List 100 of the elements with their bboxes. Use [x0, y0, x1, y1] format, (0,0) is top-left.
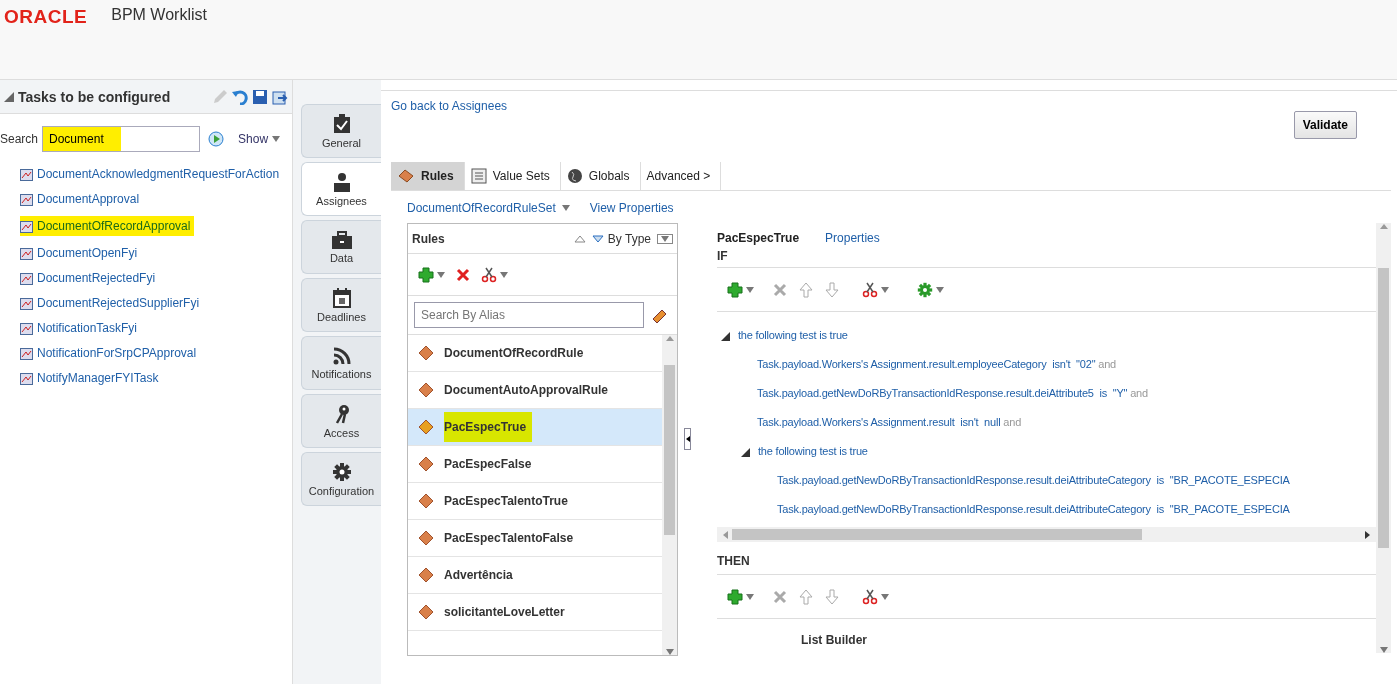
caret-icon [665, 649, 674, 655]
validate-button[interactable]: Validate [1293, 111, 1357, 139]
rule-icon [418, 456, 434, 472]
sort-by-type[interactable]: By Type [591, 231, 651, 246]
condition-text[interactable]: Task.payload.Workers's Assignment.result isn't null and [757, 416, 1022, 428]
tab[interactable]: Advanced > [640, 161, 722, 190]
list-icon [470, 167, 487, 184]
rule-icon [418, 382, 434, 398]
rules-title: Rules [412, 231, 446, 246]
pencil-icon [212, 88, 228, 105]
sort-ascending-button[interactable] [573, 234, 586, 243]
caret-icon [881, 593, 889, 600]
add-icon [418, 266, 434, 283]
rule-row[interactable]: PacEspecTrue [408, 409, 662, 446]
task-link[interactable]: DocumentRejectedFyi [20, 268, 156, 288]
task-icon [20, 271, 33, 285]
scroll-up-icon [1379, 223, 1388, 229]
caret-icon [437, 271, 445, 278]
condition-group-label[interactable]: the following test is true [738, 329, 848, 341]
globe-icon [566, 167, 583, 184]
caret-icon [746, 593, 754, 600]
scroll-right-icon [1365, 530, 1370, 539]
horizontal-scrollbar[interactable] [717, 527, 1376, 542]
rule-icon [418, 419, 434, 435]
rules-icon [397, 167, 415, 184]
task-link[interactable]: DocumentOpenFyi [20, 243, 138, 263]
caret-icon [561, 205, 570, 211]
move-down-icon [824, 281, 840, 298]
move-up-icon [798, 281, 814, 298]
show-menu[interactable]: Show [238, 132, 281, 146]
triangle-up-icon [573, 234, 586, 243]
side-tab[interactable]: Notifications [301, 336, 381, 390]
condition-text[interactable]: Task.payload.Workers's Assignment.result.employeeCategory isn't "02" and [757, 358, 1116, 370]
move-down-icon [824, 588, 840, 605]
panel-title: Tasks to be configured [18, 88, 172, 105]
condition-group-label[interactable]: the following test is true [758, 445, 868, 457]
search-field[interactable]: Document [42, 126, 201, 152]
task-link[interactable]: NotificationTaskFyi [20, 318, 138, 338]
side-tab[interactable]: Access [301, 394, 381, 448]
cut-icon [862, 281, 878, 298]
side-tab[interactable]: Assignees [301, 162, 381, 216]
delete-button[interactable] [455, 266, 471, 283]
side-tab[interactable]: Data [301, 220, 381, 274]
undo-button[interactable] [232, 88, 248, 105]
expand-icon[interactable] [741, 448, 750, 457]
app-title: BPM Worklist [111, 6, 207, 24]
tab[interactable]: Globals [560, 161, 641, 190]
task-link[interactable]: NotifyManagerFYITask [20, 368, 159, 388]
cut-button[interactable] [862, 281, 889, 298]
tab[interactable]: Rules [391, 161, 465, 190]
clear-button[interactable] [652, 307, 668, 323]
condition-text[interactable]: Task.payload.getNewDoRByTransactionIdResponse.result.deiAttribute5 is "Y" and [757, 387, 1148, 399]
view-properties-link[interactable]: View Properties [589, 201, 674, 215]
task-link[interactable]: NotificationForSrpCPApproval [20, 343, 197, 363]
task-link[interactable]: DocumentApproval [20, 189, 140, 209]
settings-button[interactable] [917, 281, 944, 298]
delete-button[interactable] [772, 281, 788, 298]
back-link[interactable]: Go back to Assignees [391, 99, 508, 113]
side-tab[interactable]: Configuration [301, 452, 381, 506]
tab[interactable]: Value Sets [464, 161, 561, 190]
add-button[interactable] [727, 281, 754, 298]
expand-icon[interactable] [721, 332, 730, 341]
task-link[interactable]: DocumentAcknowledgmentRequestForAction [20, 164, 280, 184]
add-button[interactable] [727, 588, 754, 605]
task-icon [20, 371, 33, 385]
task-link[interactable]: DocumentOfRecordApproval [20, 216, 195, 236]
rule-icon [418, 493, 434, 509]
cut-button[interactable] [862, 588, 889, 605]
settings-icon [917, 281, 933, 298]
caret-icon [500, 271, 508, 278]
side-tab[interactable]: General [301, 104, 381, 158]
triangle-down-icon [591, 234, 604, 243]
scrollbar[interactable] [662, 335, 677, 655]
caret-icon [746, 286, 754, 293]
condition-text[interactable]: Task.payload.getNewDoRByTransactionIdResponse.result.deiAttributeCategory is "BR_PACOTE_ESPECIA [777, 474, 1290, 486]
rule-icon [418, 530, 434, 546]
sort-dropdown-button[interactable] [657, 233, 673, 244]
export-button[interactable] [272, 88, 288, 105]
delete-button[interactable] [772, 588, 788, 605]
alias-search-field[interactable]: Search By Alias [414, 302, 644, 328]
task-icon [20, 167, 33, 181]
ruleset-dropdown[interactable]: DocumentOfRecordRuleSet [407, 201, 570, 215]
save-button[interactable] [252, 88, 268, 105]
cut-button[interactable] [481, 266, 508, 283]
properties-link[interactable]: Properties [825, 231, 880, 245]
side-tab[interactable]: Deadlines [301, 278, 381, 332]
condition-text[interactable]: Task.payload.getNewDoRByTransactionIdResponse.result.deiAttributeCategory is "BR_PACOTE_ESPECIA [777, 503, 1290, 515]
task-icon [20, 321, 33, 335]
splitter-handle[interactable] [684, 428, 691, 450]
go-button[interactable] [208, 131, 225, 147]
oracle-logo: ORACLE [4, 6, 88, 28]
task-icon [20, 246, 33, 260]
calendar-icon [332, 287, 351, 308]
delete-icon [772, 281, 788, 298]
rule-icon [418, 567, 434, 583]
undo-icon [232, 88, 248, 105]
task-link[interactable]: DocumentRejectedSupplierFyi [20, 293, 200, 313]
caret-icon [1379, 647, 1388, 653]
scrollbar[interactable] [1376, 223, 1391, 653]
add-button[interactable] [418, 266, 445, 283]
